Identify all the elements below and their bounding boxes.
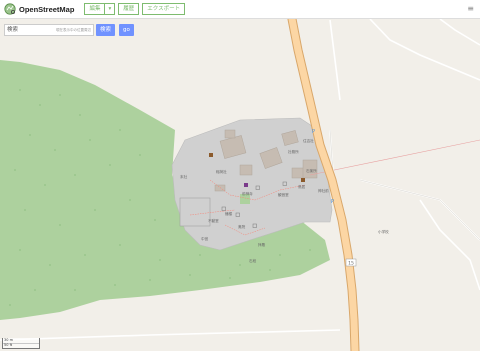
map-label: 稲荷社 [216,169,227,174]
parking-icon: P [312,129,315,135]
map-label: 前神寺 [242,191,253,196]
temple-icon [244,183,248,187]
toilet-icon [301,178,305,182]
map-label: 鳥居 [298,184,306,189]
history-button[interactable]: 履歴 [118,3,140,15]
directions-go-button[interactable]: go [119,24,134,36]
map-canvas[interactable]: 15 P P 社務所 住吉社 稲荷社 石楽所 前神寺 観音堂 末社 不動堂 中宮… [0,19,480,351]
map-label: 奥院 [238,224,246,229]
map-label: 社務所 [288,149,299,154]
parking-icon-2: P [331,199,334,205]
export-button[interactable]: エクスポート [142,3,186,15]
map-label: 石楽所 [306,168,317,173]
map-label: 中宮 [201,236,209,241]
map-label: 石段 [249,258,257,263]
scale-bar: 30 m 50 ft [2,338,40,349]
edit-button[interactable]: 編集 [84,3,106,15]
map-label: 末社 [180,174,188,179]
shrine-icon [209,153,213,157]
scale-imperial: 50 ft [2,343,40,349]
app-name: OpenStreetMap [19,4,75,14]
search-input[interactable]: 検索 現在表示中の位置周辺 [4,24,94,36]
map-label: 小学校 [378,229,389,234]
map-label: 住吉社 [303,138,314,143]
map-label: 神社前 [318,188,329,193]
osm-logo-icon [4,3,16,15]
logo[interactable]: OpenStreetMap [4,3,74,15]
road-shield-label: 15 [348,261,354,267]
search-button[interactable]: 検索 [96,24,116,36]
search-bar: 検索 現在表示中の位置周辺 検索 go [4,24,134,36]
map-label: 観音堂 [278,192,289,197]
top-nav-bar: OpenStreetMap 編集 ▾ 履歴 エクスポート ≡ [0,0,480,19]
search-input-value: 検索 [7,27,19,33]
map-label: 不動堂 [208,218,219,223]
map-label: 拝殿 [258,242,266,247]
search-hint: 現在表示中の位置周辺 [56,28,91,32]
edit-dropdown-button[interactable]: ▾ [104,3,116,15]
map-label: 鐘楼 [225,211,233,216]
hamburger-icon[interactable]: ≡ [467,4,474,13]
